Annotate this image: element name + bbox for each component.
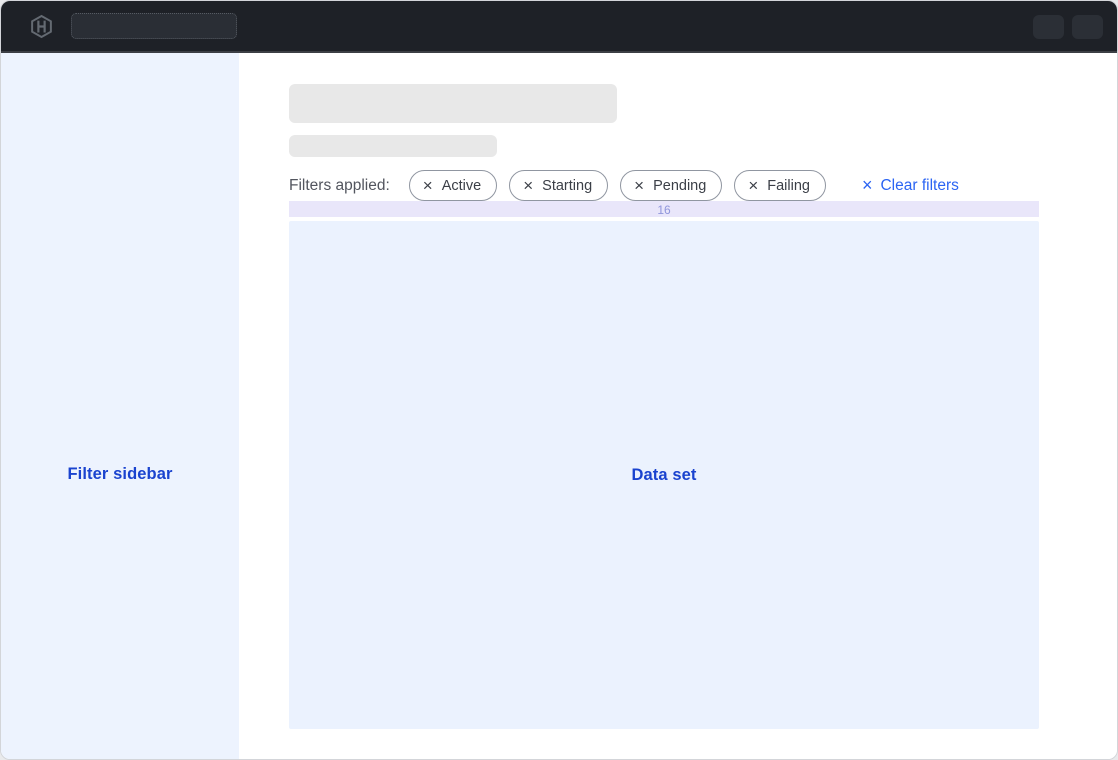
filter-chip-label: Pending — [653, 178, 706, 194]
filter-sidebar-label: Filter sidebar — [1, 465, 239, 484]
filter-chip-label: Failing — [767, 178, 810, 194]
app-window: Filter sidebar Filters applied: × Active… — [0, 0, 1118, 760]
page-subtitle-skeleton — [289, 135, 497, 157]
topbar-button-placeholder[interactable] — [1033, 15, 1064, 39]
filter-chip-pending[interactable]: × Pending — [620, 170, 722, 201]
filter-chip-label: Starting — [542, 178, 592, 194]
search-input-placeholder[interactable] — [71, 13, 237, 39]
result-count-band: 16 — [289, 201, 1039, 217]
result-count: 16 — [657, 203, 670, 217]
dismiss-icon: × — [862, 176, 873, 194]
filter-chip-active[interactable]: × Active — [409, 170, 497, 201]
dismiss-icon[interactable]: × — [523, 177, 533, 194]
filter-chip-label: Active — [442, 178, 482, 194]
dismiss-icon[interactable]: × — [634, 177, 644, 194]
top-nav-bar — [1, 1, 1117, 53]
page-title-skeleton — [289, 84, 617, 123]
clear-filters-label: Clear filters — [880, 177, 958, 195]
data-set-label: Data set — [632, 466, 697, 485]
hashicorp-logo-icon[interactable] — [29, 14, 54, 39]
topbar-button-placeholder[interactable] — [1072, 15, 1103, 39]
dismiss-icon[interactable]: × — [748, 177, 758, 194]
data-set-area: Data set — [289, 221, 1039, 729]
main-content: Filters applied: × Active × Starting × P… — [239, 53, 1117, 759]
clear-filters-button[interactable]: × Clear filters — [862, 177, 959, 195]
applied-filters-row: Filters applied: × Active × Starting × P… — [289, 170, 959, 201]
filter-chip-failing[interactable]: × Failing — [734, 170, 826, 201]
filter-sidebar: Filter sidebar — [1, 53, 239, 759]
dismiss-icon[interactable]: × — [423, 177, 433, 194]
filter-chip-starting[interactable]: × Starting — [509, 170, 608, 201]
filters-applied-label: Filters applied: — [289, 177, 390, 195]
